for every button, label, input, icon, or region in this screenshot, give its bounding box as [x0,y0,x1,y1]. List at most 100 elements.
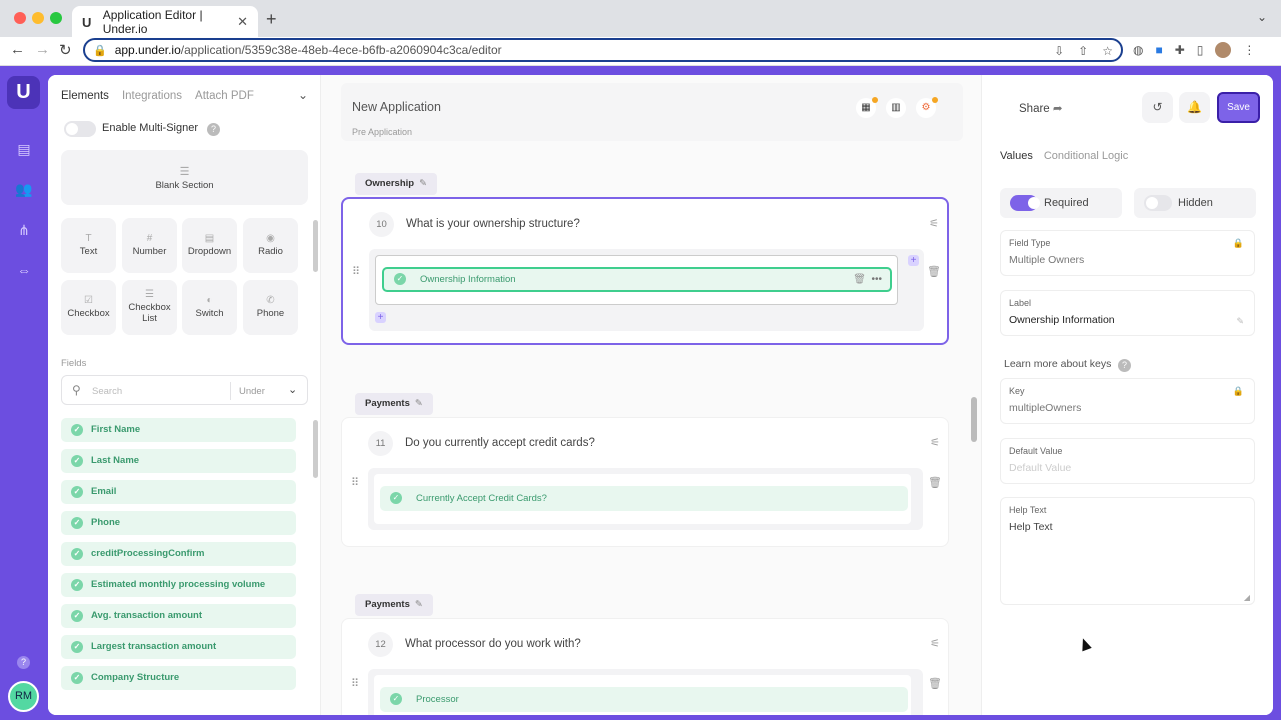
install-icon[interactable]: ⇩ [1054,44,1064,58]
element-number[interactable]: # Number [122,218,177,273]
back-icon[interactable]: ← [10,41,25,58]
new-tab-icon[interactable]: + [266,9,277,30]
extensions-puzzle-icon[interactable]: ✚ [1175,43,1185,57]
undo-button[interactable]: ↺ [1142,92,1173,123]
forward-icon[interactable]: → [35,41,50,58]
search-scope-select[interactable]: Under [239,386,265,397]
close-tab-icon[interactable]: ✕ [237,14,248,30]
elements-scrollbar[interactable] [313,220,318,272]
application-title[interactable]: New Application [352,100,441,114]
default-value-property[interactable]: Default Value Default Value [1000,438,1255,484]
document-icon[interactable]: ▤ [14,141,34,161]
extension-globe-icon[interactable]: ◍ [1133,43,1143,57]
field-item[interactable]: ✓ Phone [61,511,296,535]
edit-pencil-icon[interactable]: ✎ [415,398,423,409]
settings-sliders-icon[interactable]: ⚟ [930,436,940,449]
trash-icon[interactable]: 🗑 [853,269,866,290]
settings-sliders-icon[interactable]: ⚟ [930,637,940,650]
profile-avatar[interactable] [1215,42,1232,58]
under-logo[interactable]: U [7,76,40,109]
keys-help-icon[interactable]: ? [1118,359,1131,372]
field-bar-selected[interactable]: ✓ Ownership Information 🗑 ••• [382,267,892,292]
arrows-icon[interactable]: ⇔ [14,262,34,282]
address-bar[interactable]: 🔒 app.under.io/application/5359c38e-48eb… [83,38,1123,62]
element-phone[interactable]: ✆ Phone [243,280,298,335]
reload-icon[interactable]: ↻ [59,41,72,59]
element-radio[interactable]: ◉ Radio [243,218,298,273]
search-input[interactable]: Search [92,386,122,397]
hidden-toggle[interactable] [1144,195,1172,211]
field-item[interactable]: ✓ Company Structure [61,666,296,690]
add-field-below-icon[interactable]: + [375,312,386,323]
section-tag[interactable]: Ownership ✎ [355,173,438,195]
element-text[interactable]: T Text [61,218,116,273]
element-checkbox[interactable]: ☑ Checkbox [61,280,116,335]
label-property[interactable]: Label Ownership Information ✎ [1000,290,1255,336]
browser-menu-icon[interactable]: ⋮ [1243,43,1255,57]
tab-values[interactable]: Values [1000,150,1033,162]
field-item[interactable]: ✓ First Name [61,418,296,442]
users-icon[interactable]: 👥 [14,181,34,201]
more-icon[interactable]: ••• [871,269,882,290]
drag-handle-icon[interactable]: ⠿ [352,265,360,278]
field-item[interactable]: ✓ Last Name [61,449,296,473]
drag-handle-icon[interactable]: ⠿ [351,476,359,489]
notifications-button[interactable]: 🔔 [1179,92,1210,123]
question-card[interactable]: 11 Do you currently accept credit cards?… [341,417,949,547]
help-text-property[interactable]: Help Text Help Text ◢ [1000,497,1255,605]
field-bar[interactable]: ✓ Currently Accept Credit Cards? [380,486,908,511]
element-checkbox-list[interactable]: ☰ Checkbox List [122,280,177,335]
question-text[interactable]: What processor do you work with? [405,638,581,650]
share-button[interactable]: Share ➦ [1019,101,1063,115]
help-icon[interactable]: ? [17,656,30,669]
field-item[interactable]: ✓ Estimated monthly processing volume [61,573,296,597]
question-card[interactable]: 12 What processor do you work with? ⚟ ⠿ … [341,618,949,715]
tab-list-chevron-icon[interactable]: ⌄ [1257,10,1267,24]
delete-section-icon[interactable]: 🗑 [927,265,941,278]
resize-handle-icon[interactable]: ◢ [1244,593,1250,602]
field-bar[interactable]: ✓ Processor [380,687,908,712]
user-avatar[interactable]: RM [8,681,39,712]
question-text[interactable]: Do you currently accept credit cards? [405,437,595,449]
learn-more-keys[interactable]: Learn more about keys [1004,358,1111,370]
extension-f-icon[interactable]: ■ [1155,43,1162,57]
sidebar-icon[interactable]: ▯ [1197,43,1204,57]
required-toggle[interactable] [1010,195,1040,211]
default-value-input[interactable]: Default Value [1009,462,1071,474]
question-text[interactable]: What is your ownership structure? [406,218,580,230]
delete-section-icon[interactable]: 🗑 [928,677,942,690]
browser-tab[interactable]: U Application Editor | Under.io ✕ [72,6,258,37]
field-item[interactable]: ✓ Avg. transaction amount [61,604,296,628]
drag-handle-icon[interactable]: ⠿ [351,677,359,690]
help-text-input[interactable]: Help Text [1009,521,1053,533]
share-page-icon[interactable]: ⇧ [1078,44,1088,58]
multi-signer-toggle[interactable] [64,121,96,137]
fields-scrollbar[interactable] [313,420,318,478]
integration-icon[interactable]: ▦ [856,97,878,118]
add-field-right-icon[interactable]: + [908,255,919,266]
field-item[interactable]: ✓ Email [61,480,296,504]
edit-pencil-icon[interactable]: ✎ [419,178,427,189]
fields-search[interactable]: ⚲ Search Under ⌄ [61,375,308,405]
multi-signer-help-icon[interactable]: ? [207,123,220,136]
bookmark-star-icon[interactable]: ☆ [1102,44,1113,58]
field-item[interactable]: ✓ creditProcessingConfirm [61,542,296,566]
save-button[interactable]: Save [1217,92,1260,123]
section-tag[interactable]: Payments ✎ [355,393,433,415]
store-icon[interactable]: ▥ [886,98,906,118]
element-switch[interactable]: ◐ Switch [182,280,237,335]
close-window-button[interactable] [14,12,26,24]
field-item[interactable]: ✓ Largest transaction amount [61,635,296,659]
question-card-selected[interactable]: 10 What is your ownership structure? ⚟ ⠿… [341,197,949,345]
blank-section-button[interactable]: ☰ Blank Section [61,150,308,205]
edit-pencil-icon[interactable]: ✎ [415,599,423,610]
element-dropdown[interactable]: ▤ Dropdown [182,218,237,273]
label-input[interactable]: Ownership Information [1009,314,1115,326]
tab-integrations[interactable]: Integrations [122,90,182,102]
delete-section-icon[interactable]: 🗑 [928,476,942,489]
minimize-window-button[interactable] [32,12,44,24]
section-tag[interactable]: Payments ✎ [355,594,433,616]
tab-conditional-logic[interactable]: Conditional Logic [1044,150,1128,162]
edit-icon[interactable]: ✎ [1236,316,1244,327]
maximize-window-button[interactable] [50,12,62,24]
